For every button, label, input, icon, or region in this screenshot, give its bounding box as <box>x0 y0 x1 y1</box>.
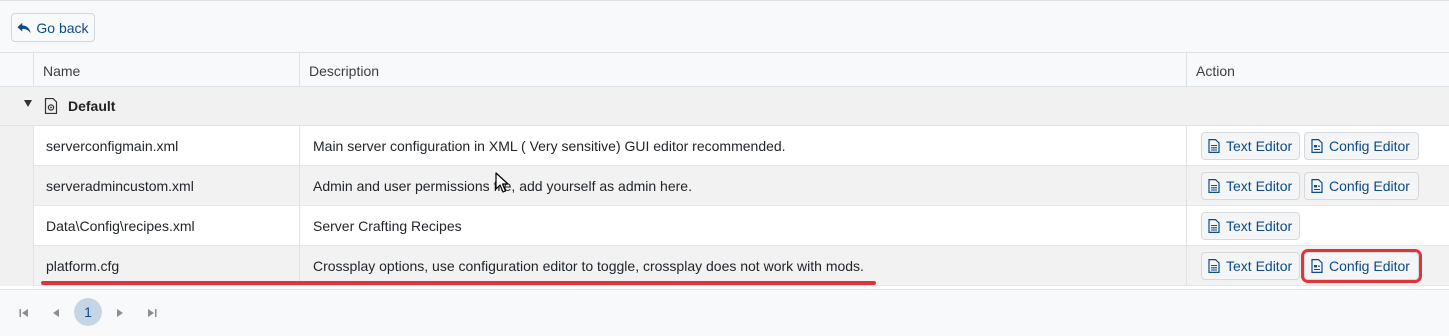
divider <box>33 166 34 206</box>
highlight-underline <box>41 281 876 285</box>
text-editor-label: Text Editor <box>1226 258 1293 274</box>
page-1-button[interactable]: 1 <box>74 298 102 326</box>
document-settings-icon <box>1311 139 1323 153</box>
column-header-action[interactable]: Action <box>1186 53 1449 86</box>
text-editor-label: Text Editor <box>1226 178 1293 194</box>
config-editor-label: Config Editor <box>1329 138 1410 154</box>
divider <box>299 126 300 166</box>
file-description: Main server configuration in XML ( Very … <box>313 138 786 154</box>
next-page-icon[interactable] <box>114 307 126 319</box>
text-editor-label: Text Editor <box>1226 138 1293 154</box>
divider <box>1186 166 1187 206</box>
text-editor-label: Text Editor <box>1226 218 1293 234</box>
mouse-cursor-icon <box>495 172 509 193</box>
document-gear-icon <box>44 98 58 114</box>
group-row-default: Default <box>0 87 1449 126</box>
pagination: 1 <box>0 289 1449 336</box>
text-editor-button[interactable]: Text Editor <box>1201 212 1300 240</box>
table-row: serverconfigmain.xml Main server configu… <box>0 126 1449 166</box>
file-description: Server Crafting Recipes <box>313 218 462 234</box>
document-settings-icon <box>1311 259 1323 273</box>
config-editor-label: Config Editor <box>1329 258 1410 274</box>
divider <box>1186 206 1187 246</box>
column-header-description[interactable]: Description <box>299 53 1187 86</box>
go-back-label: Go back <box>36 19 89 36</box>
collapse-toggle-icon[interactable] <box>24 100 32 107</box>
go-back-button[interactable]: Go back <box>11 13 95 42</box>
file-description: Crossplay options, use configuration edi… <box>313 258 864 274</box>
last-page-icon[interactable] <box>146 307 158 319</box>
column-header-name[interactable]: Name <box>33 53 300 86</box>
document-text-icon <box>1208 139 1220 153</box>
reply-arrow-icon <box>17 22 31 33</box>
config-editor-button[interactable]: Config Editor <box>1304 132 1419 160</box>
table-row: serveradmincustom.xml Admin and user per… <box>0 166 1449 206</box>
text-editor-button[interactable]: Text Editor <box>1201 252 1300 280</box>
row-gutter <box>0 126 34 166</box>
divider <box>33 246 34 286</box>
first-page-icon[interactable] <box>18 307 30 319</box>
divider <box>299 166 300 206</box>
file-name: serveradmincustom.xml <box>46 178 194 194</box>
document-text-icon <box>1208 259 1220 273</box>
text-editor-button[interactable]: Text Editor <box>1201 172 1300 200</box>
file-name: serverconfigmain.xml <box>46 138 179 154</box>
prev-page-icon[interactable] <box>50 307 62 319</box>
config-editor-button[interactable]: Config Editor <box>1301 249 1422 283</box>
document-text-icon <box>1208 219 1220 233</box>
grid-header: Name Description Action <box>0 52 1449 87</box>
divider <box>1186 246 1187 286</box>
divider <box>33 126 34 166</box>
table-row: platform.cfg Crossplay options, use conf… <box>0 246 1449 286</box>
divider <box>299 246 300 286</box>
config-editor-button[interactable]: Config Editor <box>1304 172 1419 200</box>
row-gutter <box>0 206 34 246</box>
row-gutter <box>0 246 34 286</box>
document-text-icon <box>1208 179 1220 193</box>
toolbar: Go back <box>0 0 1449 52</box>
document-settings-icon <box>1311 179 1323 193</box>
file-name: Data\Config\recipes.xml <box>46 218 195 234</box>
file-name: platform.cfg <box>46 258 120 274</box>
text-editor-button[interactable]: Text Editor <box>1201 132 1300 160</box>
group-label: Default <box>68 98 116 114</box>
table-row: Data\Config\recipes.xml Server Crafting … <box>0 206 1449 246</box>
divider <box>1186 126 1187 166</box>
divider <box>299 206 300 246</box>
config-editor-label: Config Editor <box>1329 178 1410 194</box>
row-gutter <box>0 166 34 206</box>
divider <box>33 206 34 246</box>
